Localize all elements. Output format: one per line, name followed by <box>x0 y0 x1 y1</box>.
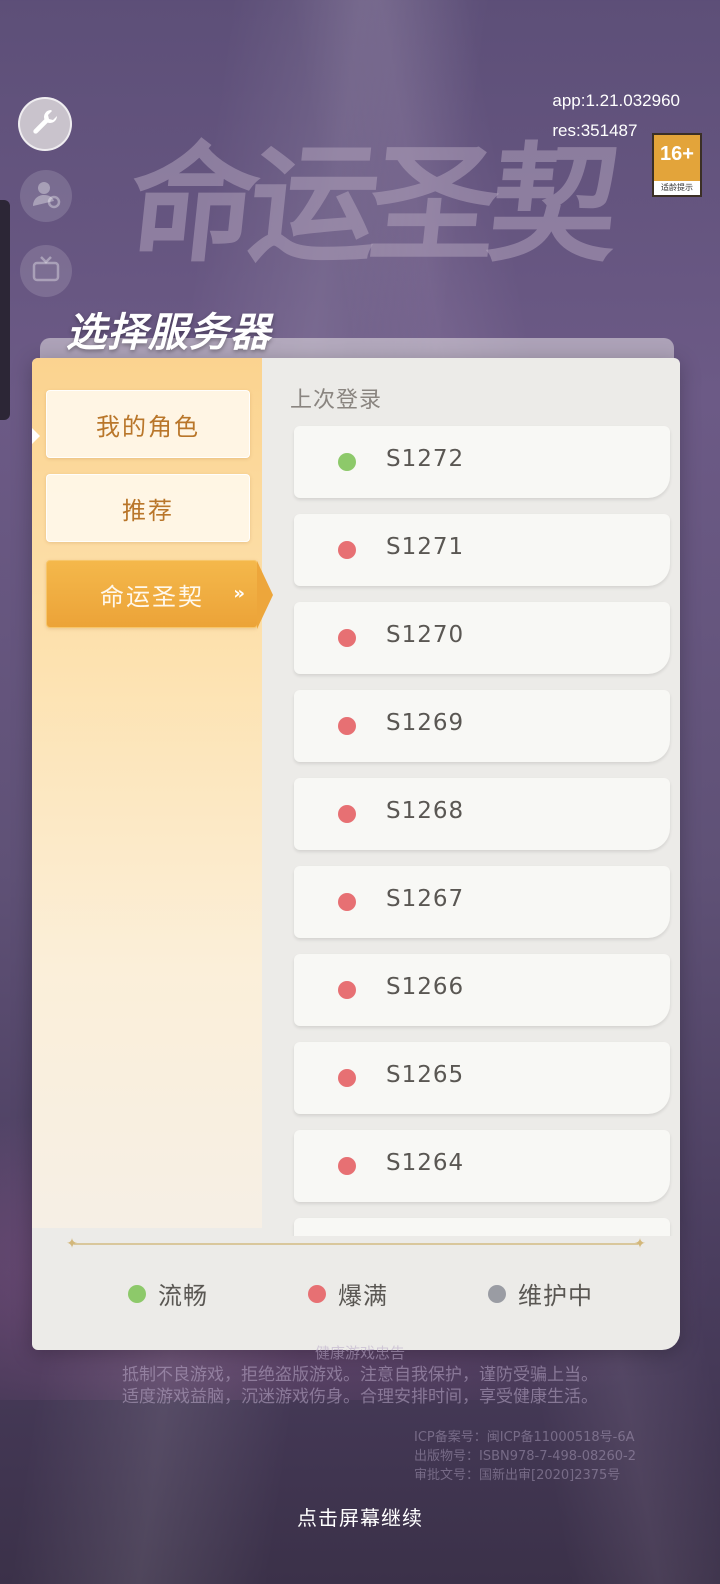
announcement-button[interactable] <box>20 245 72 297</box>
legend-label: 流畅 <box>158 1282 208 1310</box>
server-name: S1269 <box>386 710 465 736</box>
account-button[interactable] <box>20 170 72 222</box>
divider-ornament-icon: ✦ <box>634 1236 646 1252</box>
server-name: S1265 <box>386 1062 465 1088</box>
status-dot-icon <box>338 453 356 471</box>
server-row[interactable]: S1266 <box>294 954 670 1026</box>
health-notice-line: 抵制不良游戏，拒绝盗版游戏。注意自我保护，谨防受骗上当。 <box>122 1365 598 1385</box>
tv-icon <box>31 254 61 288</box>
tab-label: 推荐 <box>122 496 174 525</box>
app-version: app:1.21.032960 <box>552 91 680 110</box>
server-name: S1267 <box>386 886 465 912</box>
left-edge-handle <box>0 200 10 420</box>
ornamental-divider: ✦ ✦ <box>54 1236 658 1252</box>
status-dot-icon <box>488 1284 506 1303</box>
legend-item-full: 爆满 <box>308 1276 388 1311</box>
user-settings-icon <box>31 179 61 213</box>
legend-item-smooth: 流畅 <box>128 1276 208 1311</box>
game-logo: 命运圣契 <box>122 130 618 280</box>
panel-title: 选择服务器 <box>66 309 271 356</box>
server-name: S1271 <box>386 534 465 560</box>
server-name: S1264 <box>386 1150 465 1176</box>
tab-destiny-covenant[interactable]: 命运圣契 » <box>46 560 273 629</box>
tap-to-continue[interactable]: 点击屏幕继续 <box>0 1502 720 1531</box>
health-notice-title: 健康游戏忠告 <box>314 1344 405 1362</box>
server-list[interactable]: 上次登录 S1272 S1271 S1270 S1269 S1268 S1267 S1266… <box>262 358 680 1236</box>
server-row[interactable]: S1265 <box>294 1042 670 1114</box>
isbn-record: 出版物号：ISBN978-7-498-08260-2 <box>414 1449 637 1464</box>
section-label-last-login: 上次登录 <box>290 388 383 413</box>
age-rating-label: 适龄提示 <box>654 181 700 195</box>
health-notice: 健康游戏忠告 抵制不良游戏，拒绝盗版游戏。注意自我保护，谨防受骗上当。 适度游戏… <box>0 1342 720 1408</box>
server-name: S1272 <box>386 446 465 472</box>
health-notice-line: 适度游戏益脑，沉迷游戏伤身。合理安排时间，享受健康生活。 <box>122 1387 598 1407</box>
status-dot-icon <box>128 1284 146 1303</box>
settings-wrench-button[interactable] <box>18 97 72 151</box>
status-dot-icon <box>338 981 356 999</box>
tab-label: 我的角色 <box>96 412 200 441</box>
server-select-panel: 我的角色 推荐 命运圣契 » 上次登录 S1272 S1271 S1270 S1269… <box>32 358 680 1350</box>
server-row[interactable]: S1267 <box>294 866 670 938</box>
legend-label: 爆满 <box>338 1282 388 1310</box>
approval-record: 审批文号：国新出审[2020]2375号 <box>414 1468 621 1483</box>
age-rating-number: 16+ <box>660 143 694 165</box>
server-row[interactable]: S1264 <box>294 1130 670 1202</box>
chevron-right-icon: » <box>233 583 247 604</box>
status-dot-icon <box>338 893 356 911</box>
legend-label: 维护中 <box>518 1282 593 1310</box>
server-row[interactable]: S1269 <box>294 690 670 762</box>
status-legend: 流畅 爆满 维护中 <box>32 1276 680 1316</box>
divider-ornament-icon: ✦ <box>66 1236 78 1252</box>
status-dot-icon <box>338 629 356 647</box>
status-dot-icon <box>338 717 356 735</box>
divider-line <box>74 1243 638 1245</box>
server-name: S1270 <box>386 622 465 648</box>
status-dot-icon <box>338 805 356 823</box>
publication-info: ICP备案号：闽ICP备11000518号-6A 出版物号：ISBN978-7-… <box>414 1428 636 1485</box>
status-dot-icon <box>338 1157 356 1175</box>
legend-item-maintenance: 维护中 <box>488 1276 593 1311</box>
server-row[interactable]: S1270 <box>294 602 670 674</box>
server-name: S1268 <box>386 798 465 824</box>
server-name: S1266 <box>386 974 465 1000</box>
tab-label: 命运圣契 <box>100 582 204 611</box>
sidebar-marker <box>32 428 40 444</box>
server-row[interactable] <box>294 1218 670 1236</box>
tab-recommended[interactable]: 推荐 <box>46 474 250 542</box>
server-group-sidebar: 我的角色 推荐 命运圣契 » <box>32 358 273 1228</box>
server-row[interactable]: S1272 <box>294 426 670 498</box>
age-rating-badge[interactable]: 16+ 适龄提示 <box>652 133 702 197</box>
wrench-icon <box>29 106 61 142</box>
server-row[interactable]: S1268 <box>294 778 670 850</box>
tab-my-characters[interactable]: 我的角色 <box>46 390 250 458</box>
status-dot-icon <box>338 1069 356 1087</box>
icp-record: ICP备案号：闽ICP备11000518号-6A <box>414 1430 635 1445</box>
status-dot-icon <box>338 541 356 559</box>
status-dot-icon <box>308 1284 326 1303</box>
server-row[interactable]: S1271 <box>294 514 670 586</box>
